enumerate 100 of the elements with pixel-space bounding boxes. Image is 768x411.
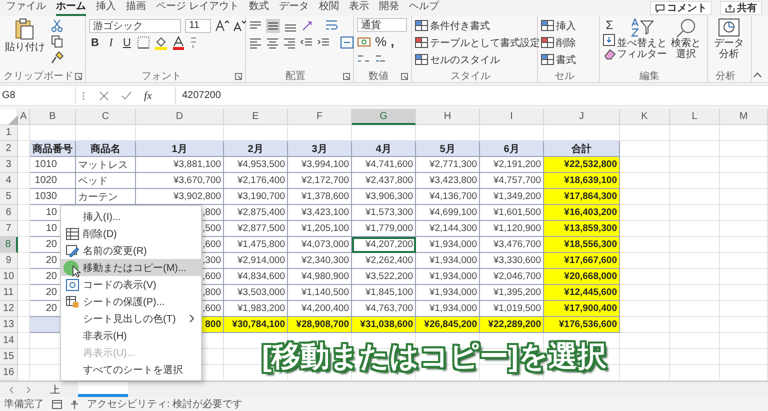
merge-cells-icon[interactable] xyxy=(340,36,354,49)
row-header[interactable]: 13 xyxy=(0,317,18,333)
column-header[interactable]: A xyxy=(18,109,30,125)
cell-button[interactable]: 削除 xyxy=(541,35,576,50)
column-header[interactable]: F xyxy=(288,109,352,125)
cell-button[interactable]: 書式 xyxy=(541,52,576,67)
paste-button[interactable]: 貼り付け xyxy=(3,18,47,66)
column-header[interactable]: J xyxy=(544,109,620,125)
ribbon-tab[interactable]: データ xyxy=(278,0,309,16)
increase-font-size-icon[interactable] xyxy=(215,19,229,32)
dialog-launcher-icon[interactable] xyxy=(75,73,82,80)
align-top-icon[interactable] xyxy=(249,20,262,32)
row-header[interactable]: 5 xyxy=(0,189,18,205)
context-menu-item[interactable]: 移動またはコピー(M)... xyxy=(61,259,201,276)
row-header[interactable]: 9 xyxy=(0,253,18,269)
font-name-field[interactable]: 游ゴシック xyxy=(89,18,181,32)
font-color-icon[interactable] xyxy=(172,36,185,50)
align-middle-icon[interactable] xyxy=(266,18,280,32)
percent-button[interactable]: % xyxy=(375,34,387,48)
row-header[interactable]: 8 xyxy=(0,237,18,253)
ribbon-tab[interactable]: 表示 xyxy=(348,0,369,16)
row-header[interactable]: 11 xyxy=(0,285,18,301)
style-button[interactable]: セルのスタイル xyxy=(415,52,540,67)
column-header[interactable]: I xyxy=(480,109,544,125)
check-icon[interactable] xyxy=(121,90,132,100)
ribbon-tab[interactable]: 挿入 xyxy=(96,0,116,16)
macro-record-icon[interactable] xyxy=(52,400,62,408)
align-left-icon[interactable] xyxy=(249,36,262,48)
table-cell: ¥20,668,000 xyxy=(544,269,620,285)
name-box[interactable]: G8 xyxy=(0,87,76,104)
decrease-font-size-icon[interactable] xyxy=(233,19,246,32)
close-icon[interactable] xyxy=(99,90,109,100)
align-right-icon[interactable] xyxy=(283,36,296,48)
bold-button[interactable]: B xyxy=(89,36,101,50)
style-button[interactable]: テーブルとして書式設定 xyxy=(415,35,540,50)
dialog-launcher-icon[interactable] xyxy=(235,73,242,80)
comment-button[interactable]: コメント xyxy=(650,1,712,15)
more-options-icon[interactable] xyxy=(82,90,85,100)
wrap-text-icon[interactable] xyxy=(325,19,339,32)
row-header[interactable]: 3 xyxy=(0,157,18,173)
cell-button[interactable]: 挿入 xyxy=(541,18,576,33)
row-header[interactable]: 6 xyxy=(0,205,18,221)
column-header[interactable]: D xyxy=(136,109,224,125)
font-size-field[interactable]: 11 xyxy=(185,18,211,32)
column-header[interactable]: L xyxy=(670,109,720,125)
row-header[interactable]: 1 xyxy=(0,125,18,141)
row-header[interactable]: 4 xyxy=(0,173,18,189)
row-header[interactable]: 15 xyxy=(0,349,18,365)
column-header[interactable]: B xyxy=(30,109,76,125)
column-header[interactable]: C xyxy=(76,109,136,125)
comma-button[interactable]: , xyxy=(390,34,394,48)
decrease-indent-icon[interactable] xyxy=(300,36,313,48)
phonetic-icon[interactable] xyxy=(189,36,198,49)
increase-decimal-icon[interactable] xyxy=(357,53,370,64)
share-button[interactable]: 共有 xyxy=(720,1,762,15)
row-header[interactable]: 7 xyxy=(0,221,18,237)
dialog-launcher-icon[interactable] xyxy=(401,73,408,80)
copy-icon[interactable] xyxy=(51,35,65,48)
fill-down-icon[interactable] xyxy=(603,34,615,46)
autosum-button[interactable]: Σ xyxy=(603,18,616,32)
column-header[interactable]: K xyxy=(620,109,670,125)
number-format-field[interactable]: 通貨 xyxy=(357,18,407,32)
collapse-ribbon-icon[interactable] xyxy=(753,72,762,78)
column-header[interactable]: H xyxy=(416,109,480,125)
formula-field[interactable]: 4207200 xyxy=(175,87,768,104)
data-analysis-button[interactable]: データ 分析 xyxy=(711,18,747,60)
row-header[interactable]: 10 xyxy=(0,269,18,285)
dialog-launcher-icon[interactable] xyxy=(343,73,350,80)
row-header[interactable]: 16 xyxy=(0,365,18,381)
insert-function-button[interactable]: fx xyxy=(144,90,152,102)
ribbon-tab[interactable]: 数式 xyxy=(248,0,269,16)
eraser-icon[interactable] xyxy=(603,48,616,60)
currency-icon[interactable] xyxy=(357,36,371,48)
row-header[interactable]: 12 xyxy=(0,301,18,317)
column-header[interactable]: E xyxy=(224,109,288,125)
increase-indent-icon[interactable] xyxy=(317,36,330,48)
fill-color-icon[interactable] xyxy=(154,36,168,50)
ribbon-tab[interactable]: ページ レイアウト xyxy=(156,0,239,16)
borders-icon[interactable] xyxy=(137,36,150,49)
column-header[interactable]: M xyxy=(720,109,768,125)
format-painter-icon[interactable] xyxy=(51,51,64,64)
decrease-decimal-icon[interactable] xyxy=(374,53,387,64)
find-select-button[interactable]: 検索と 選択 xyxy=(668,18,704,60)
table-cell: ¥2,914,000 xyxy=(224,253,288,269)
row-header[interactable]: 14 xyxy=(0,333,18,349)
sheet-tab[interactable] xyxy=(78,382,128,397)
ribbon-tab[interactable]: 描画 xyxy=(126,0,146,16)
ribbon-tab[interactable]: ファイル xyxy=(6,0,46,16)
style-button[interactable]: 条件付き書式 xyxy=(415,18,540,33)
italic-button[interactable]: I xyxy=(105,36,117,50)
underline-button[interactable]: U xyxy=(121,36,133,50)
ribbon-tab[interactable]: ヘルプ xyxy=(408,0,439,16)
row-header[interactable]: 2 xyxy=(0,141,18,157)
ribbon-tab[interactable]: 校閲 xyxy=(318,0,339,16)
column-header[interactable]: G xyxy=(352,109,416,125)
context-menu-item[interactable]: すべてのシートを選択 xyxy=(61,361,201,378)
align-center-icon[interactable] xyxy=(266,36,279,48)
accessibility-status[interactable]: アクセシビリティ: 検討が必要です xyxy=(87,397,243,411)
cut-icon[interactable] xyxy=(51,19,63,32)
ribbon-tab[interactable]: 開発 xyxy=(378,0,399,16)
